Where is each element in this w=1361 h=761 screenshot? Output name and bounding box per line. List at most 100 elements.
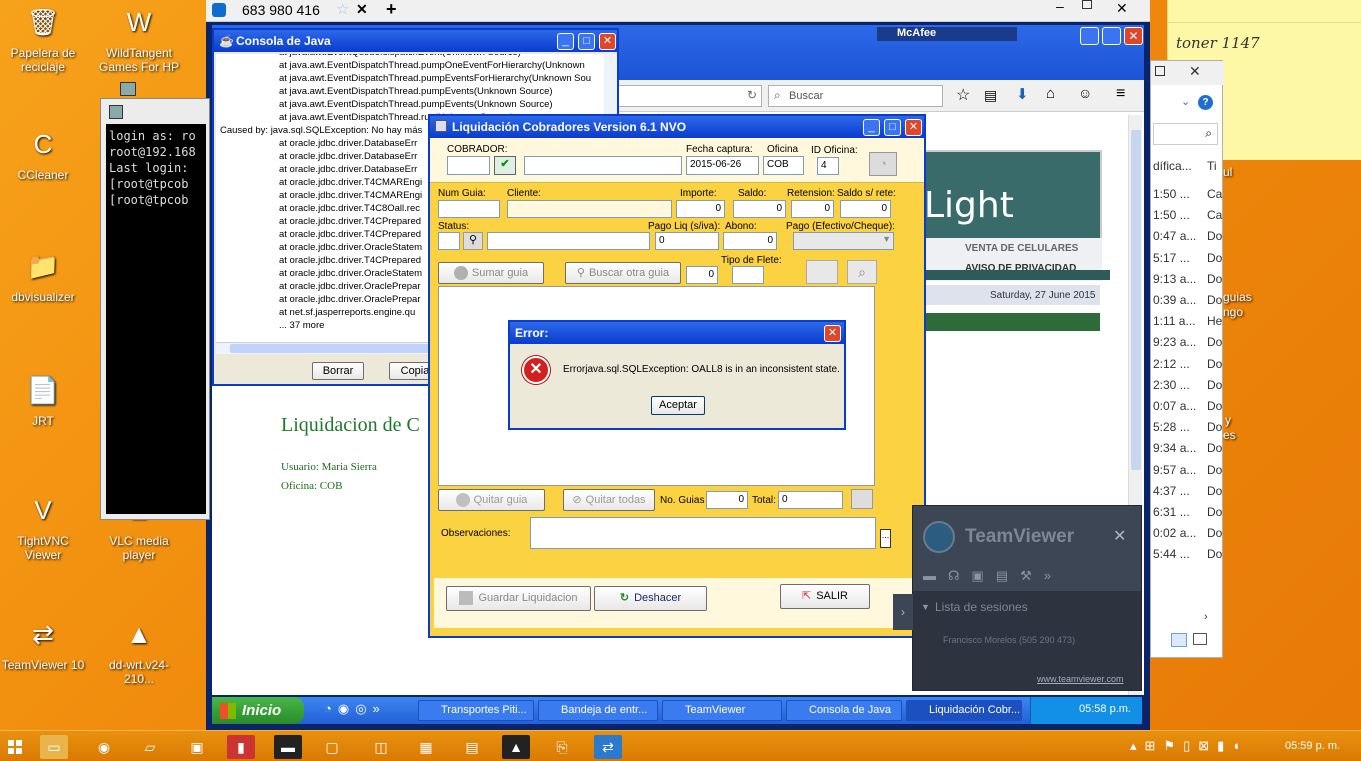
taskbar-button[interactable]: Bandeja de entr... [538,700,658,721]
firefox-icon[interactable]: ◉ [90,735,118,759]
file-row-time[interactable]: 5:28 ... [1153,420,1190,434]
desktop-icon[interactable]: ▲ dd-wrt.v24-210... [96,614,182,686]
file-row-time[interactable]: 9:23 a... [1153,335,1196,349]
file-row-time[interactable]: 0:47 a... [1153,229,1196,243]
file-row-type[interactable]: Do [1207,441,1222,455]
oficina-field[interactable]: COB [763,156,804,175]
chevron-right-icon[interactable]: › [1204,611,1208,623]
pago-liq-field[interactable]: 0 [655,232,719,250]
chevron-down-icon[interactable]: ▼ [921,602,930,612]
file-row-time[interactable]: 1:11 a... [1153,314,1195,328]
add-tab-icon[interactable]: + [386,0,397,20]
pago-tipo-select[interactable]: ▼ [793,232,894,250]
desktop-icon[interactable]: 📄 JRT [0,370,86,428]
importe-field[interactable]: 0 [676,200,725,218]
file-row-time[interactable]: 2:12 ... [1153,357,1190,371]
deshacer-button[interactable]: ↻ Deshacer [594,586,707,611]
cobrador-name-field[interactable] [524,156,682,175]
minimize-icon[interactable]: _ [557,33,574,50]
total-field[interactable]: 0 [778,491,843,509]
reading-list-icon[interactable]: ▤ [984,87,997,104]
terminal-icon[interactable]: ▬ [274,735,302,759]
file-row-type[interactable]: Do [1207,293,1222,307]
file-row-type[interactable]: Do [1207,547,1222,561]
nav-link[interactable]: VENTA DE CELULARES [965,243,1078,254]
column-header[interactable]: Ti [1207,159,1217,173]
chevron-down-icon[interactable]: ⌄ [1181,95,1190,108]
session-item[interactable]: Francisco Morelos (505 290 473) [943,635,1075,645]
minimize-icon[interactable]: – [1056,0,1064,14]
file-row-type[interactable]: Do [1207,463,1222,477]
no-guias-field[interactable]: 0 [706,491,748,509]
file-row-type[interactable]: Do [1207,420,1222,434]
mcafee-badge[interactable]: McAfee [877,27,1017,41]
close-icon[interactable]: ✕ [824,325,841,342]
minimize-icon[interactable] [1080,27,1099,45]
tipo-flete-field[interactable] [732,266,764,284]
file-row-type[interactable]: Do [1207,357,1222,371]
cliente-field[interactable] [507,200,672,218]
quicklaunch-icons[interactable]: ◔◉◎» [324,701,386,717]
taskbar-button[interactable]: Consola de Java [786,700,902,721]
putty-icon[interactable]: ⎘ [548,735,576,759]
menu-icon[interactable]: ≡ [1116,85,1125,103]
accept-button[interactable]: Aceptar [651,396,705,415]
close-icon[interactable]: ✕ [1124,27,1143,45]
guardar-liquidacion-button[interactable]: Guardar Liquidacion [446,586,591,611]
file-row-time[interactable]: 5:44 ... [1153,547,1190,561]
more-button[interactable]: ... [880,529,891,548]
maximize-icon[interactable] [1082,0,1092,9]
taskbar-button[interactable]: Liquidación Cobr... [906,700,1022,721]
putty-window[interactable]: login as: ro root@192.168 Last login: [root… [100,98,210,520]
file-row-type[interactable]: Do [1207,505,1222,519]
id-oficina-field[interactable]: 4 [817,157,839,175]
close-icon[interactable]: ✕ [905,119,922,136]
remote-icon[interactable]: ▢ [318,735,346,759]
file-row-type[interactable]: Ca [1207,187,1222,201]
session-tab-title[interactable]: 683 980 416 [242,2,320,18]
search-box[interactable]: ⌕ [1153,123,1218,145]
notes-icon[interactable]: ▤ [458,735,486,759]
buscar-otra-guia-button[interactable]: ⚲ Buscar otra guia [565,262,681,284]
close-tab-icon[interactable]: ✕ [356,1,368,18]
putty-terminal[interactable]: login as: ro root@192.168 Last login: [root… [106,124,206,514]
file-row-type[interactable]: He [1207,314,1222,328]
column-header[interactable]: dífica... [1153,159,1192,173]
clear-button[interactable]: Borrar [312,362,364,380]
thumbnail-view-icon[interactable] [1193,633,1207,645]
desktop-icon[interactable]: 🗑 Papelera de reciclaje [0,2,86,74]
desktop-icon[interactable]: 📁 dbvisualizer [0,246,86,304]
close-icon[interactable]: ✕ [1116,0,1128,17]
taskbar-button[interactable]: Transportes Piti... [418,700,534,721]
file-row-time[interactable]: 4:37 ... [1153,484,1190,498]
saldo-field[interactable]: 0 [733,200,786,218]
desktop-icon[interactable]: V TightVNC Viewer [0,490,86,562]
taskbar-button[interactable]: TeamViewer [662,700,782,721]
observaciones-field[interactable] [530,517,876,549]
status-desc-field[interactable] [487,232,650,250]
print-icon[interactable] [851,489,873,509]
teamviewer-icon[interactable]: ⇄ [594,735,622,759]
flete-count-field[interactable]: 0 [686,266,718,284]
pdf-icon[interactable]: ▮ [227,735,255,759]
file-row-time[interactable]: 1:50 ... [1153,187,1190,201]
retencion-field[interactable]: 0 [791,200,834,218]
minimize-icon[interactable]: _ [863,119,880,136]
file-row-time[interactable]: 0:07 a... [1153,399,1196,413]
download-icon[interactable]: ⬇ [1016,85,1029,103]
sumar-guia-button[interactable]: Sumar guia [438,262,544,284]
windows-start-icon[interactable] [8,740,22,754]
file-row-type[interactable]: Do [1207,526,1222,540]
details-view-icon[interactable] [1171,633,1187,647]
file-row-time[interactable]: 0:39 a... [1153,293,1196,307]
quitar-todas-button[interactable]: ⊘ Quitar todas [563,489,655,511]
fecha-field[interactable]: 2015-06-26 [686,156,759,175]
close-icon[interactable]: ✕ [599,33,616,50]
quitar-guia-button[interactable]: Quitar guia [438,489,545,511]
file-row-time[interactable]: 0:02 a... [1153,526,1196,540]
close-icon[interactable]: ✕ [1113,526,1126,546]
cobrador-code-field[interactable] [447,156,490,175]
desktop-icon[interactable]: C CCleaner [0,124,86,182]
magnifier-icon[interactable]: ⌕ [847,260,877,284]
teamviewer-panel[interactable]: TeamViewer ✕ ▬☊▣▤⚒» ▼ Lista de sesiones … [912,505,1142,691]
